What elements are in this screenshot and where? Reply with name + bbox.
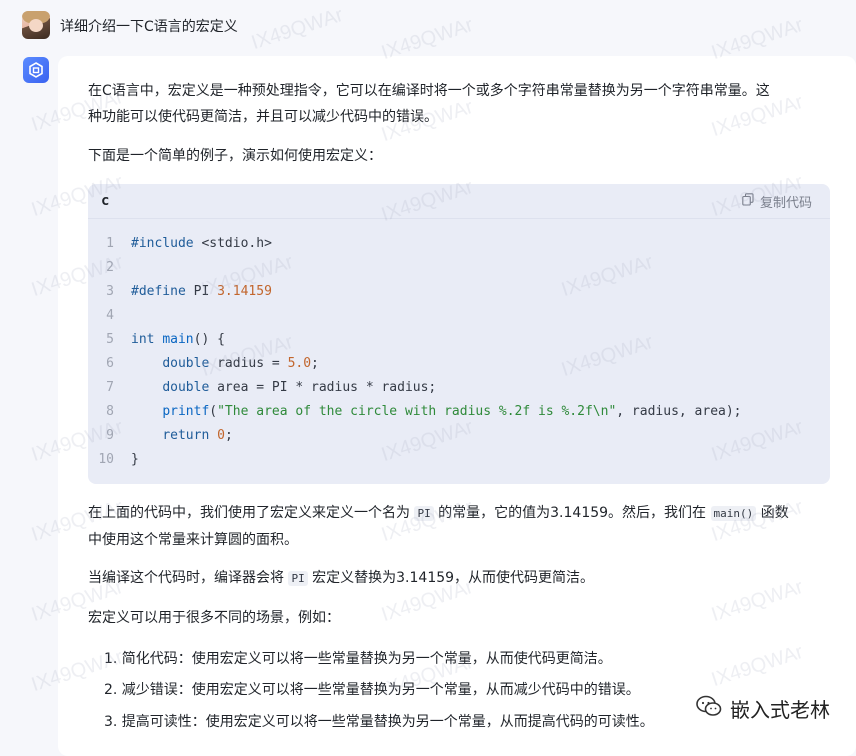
assistant-avatar-icon [23,57,49,83]
list-item: 2. 减少错误：使用宏定义可以将一些常量替换为另一个常量，从而减少代码中的错误。 [104,682,640,698]
line-number: 2 [106,260,114,275]
code-line: 8 printf("The area of the circle with ra… [88,400,830,424]
code-block: c 复制代码 1 #include <stdio.h> 2 3 #define PI 3… [88,184,830,484]
copy-code-button[interactable]: 复制代码 [742,192,812,211]
line-number: 9 [106,428,114,443]
answer-paragraph-example-intro: 下面是一个简单的例子，演示如何使用宏定义： [88,148,382,164]
code-lines: 1 #include <stdio.h> 2 3 #define PI 3.14159 4… [88,232,830,472]
wechat-icon [696,695,722,723]
copy-code-label: 复制代码 [759,196,812,211]
code-text: double area = PI * radius * radius; [162,380,437,395]
code-line: 9 return 0; [88,424,830,448]
line-number: 6 [106,356,114,371]
code-text: #define PI 3.14159 [131,284,272,299]
inline-code-pi-2: PI [288,571,308,586]
code-text: } [131,452,139,467]
code-line: 6 double radius = 5.0; [88,352,830,376]
code-text: return 0; [162,428,233,443]
user-message-row: 详细介绍一下C语言的宏定义 [0,0,856,52]
answer-paragraph-intro: 在C语言中，宏定义是一种预处理指令，它可以在编译时将一个或多个字符串常量替换为另… [88,83,770,125]
user-avatar [22,11,50,39]
code-line: 3 #define PI 3.14159 [88,280,830,304]
line-number: 1 [106,236,114,251]
code-line: 4 [88,304,830,328]
line-number: 10 [98,452,114,467]
answer-paragraph-usages: 宏定义可以用于很多不同的场景，例如： [88,610,340,626]
line-number: 7 [106,380,114,395]
code-text: int main() { [131,332,225,347]
code-line: 5 int main() { [88,328,830,352]
list-item: 3. 提高可读性：使用宏定义可以将一些常量替换为另一个常量，从而提高代码的可读性… [104,714,654,730]
line-number: 4 [106,308,114,323]
source-badge: 嵌入式老林 [696,694,830,723]
code-line: 7 double area = PI * radius * radius; [88,376,830,400]
answer-paragraph-explanation: 在上面的代码中，我们使用了宏定义来定义一个名为 PI 的常量，它的值为3.141… [88,505,789,548]
list-item: 1. 简化代码：使用宏定义可以将一些常量替换为另一个常量，从而使代码更简洁。 [104,651,612,667]
answer-paragraph-compile: 当编译这个代码时，编译器会将 PI 宏定义替换为3.14159，从而使代码更简洁… [88,570,595,586]
code-line: 10} [88,448,830,472]
user-question: 详细介绍一下C语言的宏定义 [60,19,238,35]
code-line: 2 [88,256,830,280]
code-language-label: c [101,193,110,209]
code-text: printf("The area of the circle with radi… [162,404,742,419]
line-number: 8 [106,404,114,419]
inline-code-main: main() [710,506,757,521]
line-number: 5 [106,332,114,347]
code-line: 1 #include <stdio.h> [88,232,830,256]
copy-icon [742,193,754,210]
inline-code-pi: PI [414,506,434,521]
code-text: #include <stdio.h> [131,236,272,251]
badge-text: 嵌入式老林 [730,700,830,722]
code-block-header: c 复制代码 [88,184,830,219]
line-number: 3 [106,284,114,299]
code-text: double radius = 5.0; [162,356,319,371]
